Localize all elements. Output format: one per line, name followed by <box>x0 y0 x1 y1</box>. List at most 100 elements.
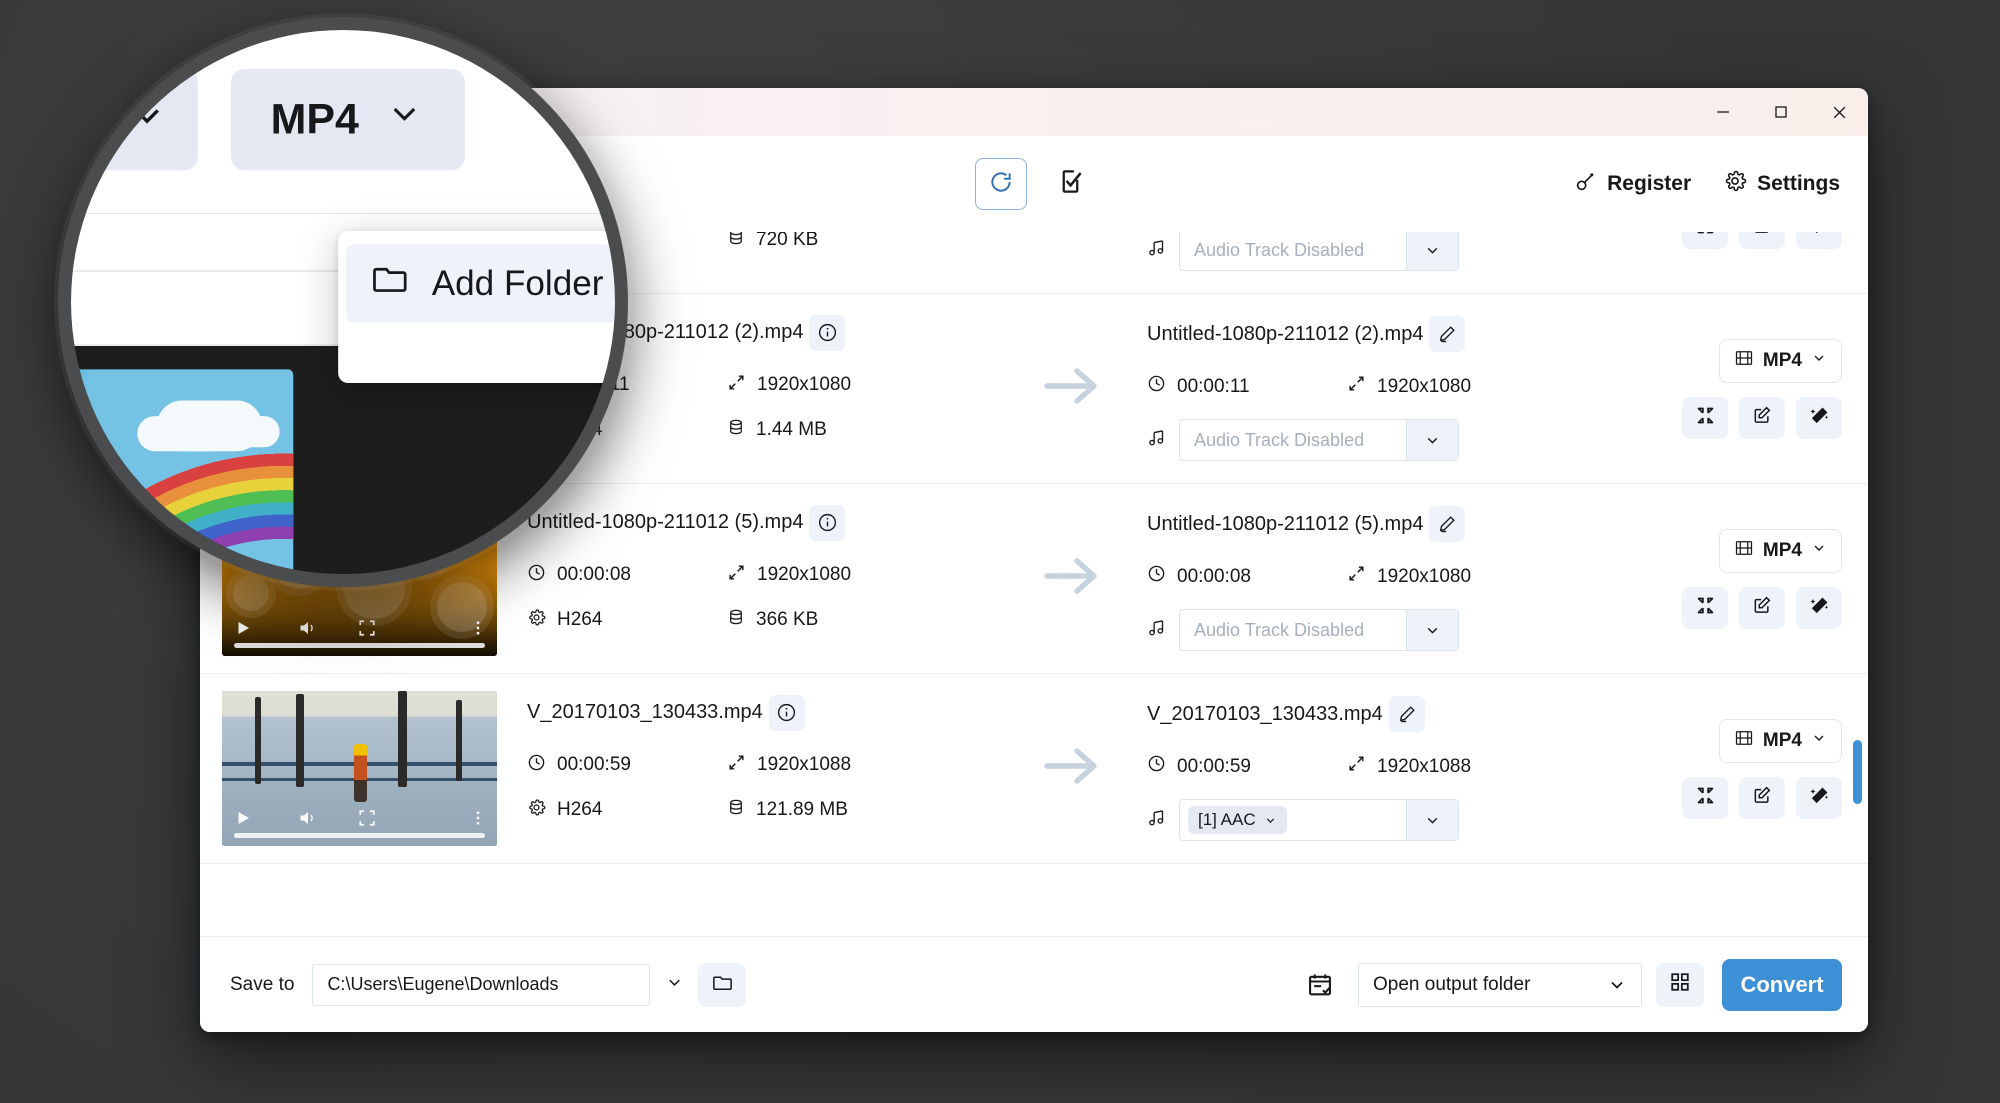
save-path-input[interactable]: C:\Users\Eugene\Downloads <box>312 963 651 1006</box>
menu-item-add-folder[interactable]: Add Folder <box>345 244 615 323</box>
source-info: V_20170103_130433.mp4 00:00:59 1920x1088 <box>527 694 997 843</box>
resize-arrows-icon <box>1347 754 1366 779</box>
bottom-bar-right: Open output folder Convert <box>1298 958 1842 1011</box>
lens-add-files-dropdown-button[interactable] <box>95 69 197 171</box>
output-action-select[interactable]: Open output folder <box>1358 962 1642 1007</box>
row-actions: MP4 <box>1682 232 1842 249</box>
source-size: 720 KB <box>727 232 818 252</box>
magic-wand-icon <box>1809 232 1830 241</box>
maximize-button[interactable] <box>1752 88 1810 136</box>
info-icon[interactable] <box>768 694 805 731</box>
music-note-icon <box>1147 618 1167 643</box>
fullscreen-icon[interactable] <box>358 809 376 827</box>
grid-view-button[interactable] <box>1656 962 1704 1007</box>
source-resolution: 1920x1088 <box>727 753 851 778</box>
lens-add-files-button[interactable]: Add Files <box>58 74 68 166</box>
pencil-icon[interactable] <box>1388 696 1425 732</box>
compress-button[interactable] <box>1682 396 1728 439</box>
audio-track-value: Audio Track Disabled <box>1194 429 1365 450</box>
audio-track-select[interactable]: Audio Track Disabled <box>1179 232 1459 271</box>
conversion-arrow <box>997 743 1147 794</box>
source-resolution-value: 1920x1080 <box>757 374 852 395</box>
trim-button[interactable] <box>1739 232 1785 249</box>
audio-track-chip[interactable]: [1] AAC <box>1188 806 1287 834</box>
compress-button[interactable] <box>1682 776 1728 819</box>
compress-icon <box>1695 405 1716 431</box>
output-resolution-value: 1920x1080 <box>1377 375 1472 397</box>
source-resolution: 1920x1080 <box>727 563 851 588</box>
play-icon[interactable] <box>234 809 252 827</box>
browse-folder-button[interactable] <box>698 962 747 1007</box>
more-vertical-icon[interactable] <box>469 809 487 827</box>
lens-global-format-selector[interactable]: MP4 <box>229 69 464 171</box>
refresh-button[interactable] <box>975 158 1027 210</box>
enhance-button[interactable] <box>1796 776 1842 819</box>
enhance-button[interactable] <box>1796 396 1842 439</box>
scrollbar-thumb[interactable] <box>1853 740 1862 804</box>
row-action-buttons <box>1682 232 1842 249</box>
compress-button[interactable] <box>1682 232 1728 249</box>
trim-button[interactable] <box>1739 396 1785 439</box>
close-button[interactable] <box>1810 88 1868 136</box>
chevron-down-icon <box>384 94 423 145</box>
chevron-down-icon[interactable] <box>1406 610 1458 650</box>
compress-button[interactable] <box>1682 586 1728 629</box>
volume-icon[interactable] <box>298 618 318 638</box>
chevron-down-icon <box>1811 540 1827 562</box>
clock-icon <box>1147 564 1166 589</box>
chevron-down-icon <box>665 973 684 997</box>
film-strip-icon <box>1734 538 1754 564</box>
row-format-label: MP4 <box>1762 349 1802 371</box>
convert-button[interactable]: Convert <box>1722 958 1842 1011</box>
settings-button[interactable]: Settings <box>1723 169 1840 199</box>
audio-track-row: Audio Track Disabled <box>1147 609 1587 651</box>
add-folder-dropdown-menu[interactable]: Add Folder <box>338 230 615 383</box>
enhance-button[interactable] <box>1796 586 1842 629</box>
minimize-button[interactable] <box>1694 88 1752 136</box>
cloud-graphic <box>155 399 262 451</box>
save-path-dropdown[interactable] <box>650 964 698 1006</box>
source-name-row: V_20170103_130433.mp4 <box>527 694 997 731</box>
tree-graphic <box>296 694 305 788</box>
row-format-selector[interactable]: MP4 <box>1718 338 1842 383</box>
task-list-icon[interactable] <box>1298 963 1342 1007</box>
video-thumbnail[interactable]: Download NOW ing a link below <box>71 369 294 574</box>
info-icon[interactable] <box>809 504 846 541</box>
output-resolution-value: 1920x1088 <box>1377 755 1472 777</box>
pencil-icon[interactable] <box>1429 506 1466 542</box>
chevron-down-icon[interactable] <box>1406 800 1458 840</box>
folder-icon <box>369 258 410 309</box>
select-all-button[interactable] <box>1047 161 1093 207</box>
source-duration-value: 00:00:59 <box>557 754 631 775</box>
table-row[interactable]: V_20170103_130433.mp4 00:00:59 1920x1088 <box>200 674 1868 864</box>
register-button[interactable]: Register <box>1574 170 1691 199</box>
arrow-right-icon <box>1041 363 1103 414</box>
audio-track-select[interactable]: Audio Track Disabled <box>1179 609 1459 651</box>
trim-button[interactable] <box>1739 776 1785 819</box>
volume-icon[interactable] <box>298 808 318 828</box>
more-vertical-icon[interactable] <box>469 619 487 637</box>
video-thumbnail[interactable] <box>222 691 497 846</box>
pencil-icon[interactable] <box>1429 316 1466 352</box>
output-duration-value: 00:00:11 <box>1177 375 1250 397</box>
row-format-selector[interactable]: MP4 <box>1718 528 1842 573</box>
list-scrollbar[interactable] <box>1853 232 1863 936</box>
trim-button[interactable] <box>1739 586 1785 629</box>
video-progress-bar[interactable] <box>234 643 485 648</box>
video-progress-bar[interactable] <box>234 833 485 838</box>
audio-track-select[interactable]: Audio Track Disabled <box>1179 419 1459 461</box>
enhance-button[interactable] <box>1796 232 1842 249</box>
play-icon[interactable] <box>234 619 252 637</box>
chevron-down-icon[interactable] <box>1406 420 1458 460</box>
info-icon[interactable] <box>809 314 846 351</box>
bottom-bar: Save to C:\Users\Eugene\Downloads Open o… <box>200 936 1868 1032</box>
compress-icon <box>1695 232 1716 241</box>
chevron-down-icon[interactable] <box>1406 232 1458 270</box>
magic-wand-icon <box>1809 785 1830 811</box>
output-info: Untitled-1080p-211012 (1).mp4 00:00:07 1 <box>1147 232 1587 271</box>
fullscreen-icon[interactable] <box>358 619 376 637</box>
audio-track-select[interactable]: [1] AAC <box>1179 799 1459 841</box>
output-duration: 00:00:11 <box>1147 374 1347 399</box>
row-format-selector[interactable]: MP4 <box>1718 718 1842 763</box>
audio-track-row: Audio Track Disabled <box>1147 419 1587 461</box>
